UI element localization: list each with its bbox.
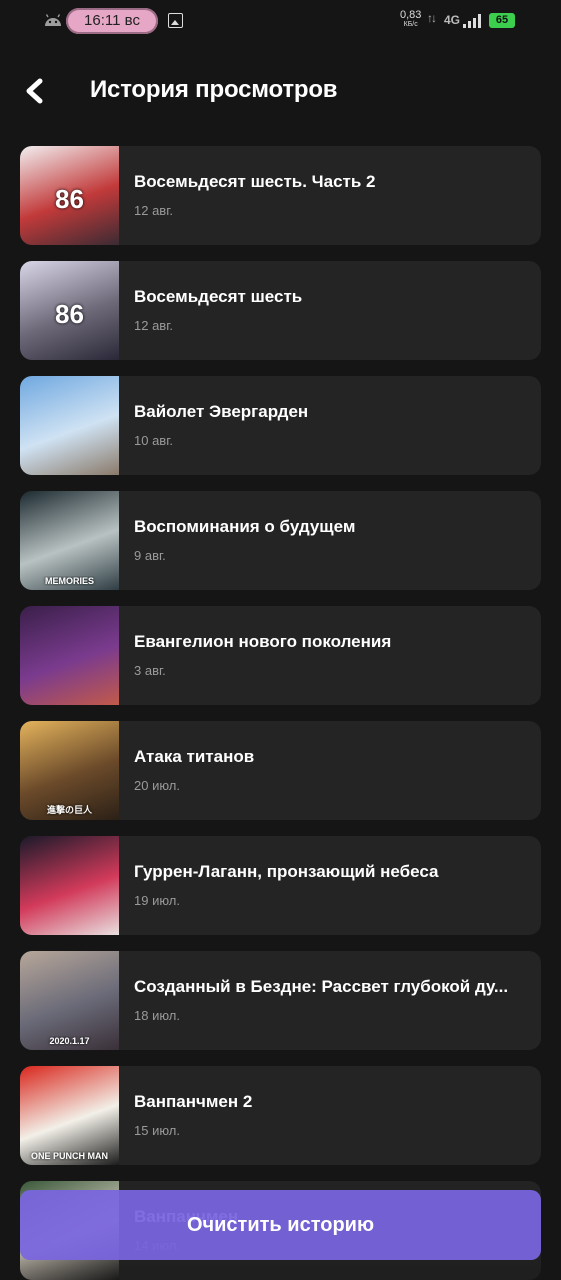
network-type: 4G bbox=[444, 13, 461, 27]
item-title: Восемьдесят шесть bbox=[134, 287, 303, 306]
item-date: 10 авг. bbox=[134, 433, 173, 448]
page-title: История просмотров bbox=[90, 76, 338, 103]
clear-history-button[interactable]: Очистить историю bbox=[20, 1190, 541, 1260]
item-date: 15 июл. bbox=[134, 1123, 180, 1138]
item-date: 20 июл. bbox=[134, 778, 180, 793]
gallery-icon bbox=[168, 13, 183, 28]
history-item[interactable]: Вайолет Эвергарден 10 авг. bbox=[20, 376, 541, 475]
item-title: Евангелион нового поколения bbox=[134, 632, 392, 651]
history-item[interactable]: 進撃の巨人 Атака титанов 20 июл. bbox=[20, 721, 541, 820]
back-arrow-icon bbox=[26, 78, 43, 104]
item-date: 12 авг. bbox=[134, 203, 173, 218]
item-date: 12 авг. bbox=[134, 318, 173, 333]
history-item[interactable]: Гуррен-Лаганн, пронзающий небеса 19 июл. bbox=[20, 836, 541, 935]
back-button[interactable] bbox=[20, 74, 54, 108]
poster-thumbnail bbox=[20, 606, 119, 705]
android-icon bbox=[45, 14, 61, 26]
history-item[interactable]: MEMORIES Воспоминания о будущем 9 авг. bbox=[20, 491, 541, 590]
history-item[interactable]: 86 Восемьдесят шесть. Часть 2 12 авг. bbox=[20, 146, 541, 245]
poster-thumbnail bbox=[20, 376, 119, 475]
item-title: Созданный в Бездне: Рассвет глубокой ду.… bbox=[134, 977, 509, 996]
item-date: 18 июл. bbox=[134, 1008, 180, 1023]
status-bar: 16:11 вс 0,83 КБ/с ↑↓ 4G 65 bbox=[0, 0, 561, 42]
status-time: 16:11 вс bbox=[66, 8, 158, 34]
battery-indicator: 65 bbox=[489, 13, 515, 28]
item-title: Атака титанов bbox=[134, 747, 255, 766]
poster-thumbnail: 86 bbox=[20, 261, 119, 360]
history-item[interactable]: Евангелион нового поколения 3 авг. bbox=[20, 606, 541, 705]
network-speed-value: 0,83 bbox=[400, 9, 422, 21]
item-title: Ванпанчмен 2 bbox=[134, 1092, 253, 1111]
poster-text: ONE PUNCH MAN bbox=[30, 1151, 108, 1161]
item-title: Гуррен-Лаганн, пронзающий небеса bbox=[134, 862, 439, 881]
poster-text: MEMORIES bbox=[44, 576, 94, 586]
poster-thumbnail: MEMORIES bbox=[20, 491, 119, 590]
item-title: Воспоминания о будущем bbox=[134, 517, 356, 536]
item-title: Вайолет Эвергарден bbox=[134, 402, 309, 421]
item-date: 9 авг. bbox=[134, 548, 166, 563]
poster-thumbnail: 86 bbox=[20, 146, 119, 245]
data-arrows-icon: ↑↓ bbox=[427, 11, 437, 25]
poster-text: 86 bbox=[55, 299, 84, 329]
item-title: Восемьдесят шесть. Часть 2 bbox=[134, 172, 376, 191]
poster-thumbnail: ONE PUNCH MAN bbox=[20, 1066, 119, 1165]
item-date: 3 авг. bbox=[134, 663, 166, 678]
history-item[interactable]: 86 Восемьдесят шесть 12 авг. bbox=[20, 261, 541, 360]
poster-text: 2020.1.17 bbox=[49, 1036, 90, 1046]
poster-text: 進撃の巨人 bbox=[46, 805, 92, 815]
network-speed: 0,83 КБ/с bbox=[400, 10, 421, 29]
history-item[interactable]: 2020.1.17 Созданный в Бездне: Рассвет глу… bbox=[20, 951, 541, 1050]
poster-text: 86 bbox=[55, 184, 84, 214]
poster-thumbnail bbox=[20, 836, 119, 935]
history-item[interactable]: ONE PUNCH MAN Ванпанчмен 2 15 июл. bbox=[20, 1066, 541, 1165]
network-speed-unit: КБ/с bbox=[403, 21, 418, 28]
item-date: 19 июл. bbox=[134, 893, 180, 908]
signal-icon bbox=[463, 14, 481, 28]
poster-thumbnail: 2020.1.17 bbox=[20, 951, 119, 1050]
poster-thumbnail: 進撃の巨人 bbox=[20, 721, 119, 820]
